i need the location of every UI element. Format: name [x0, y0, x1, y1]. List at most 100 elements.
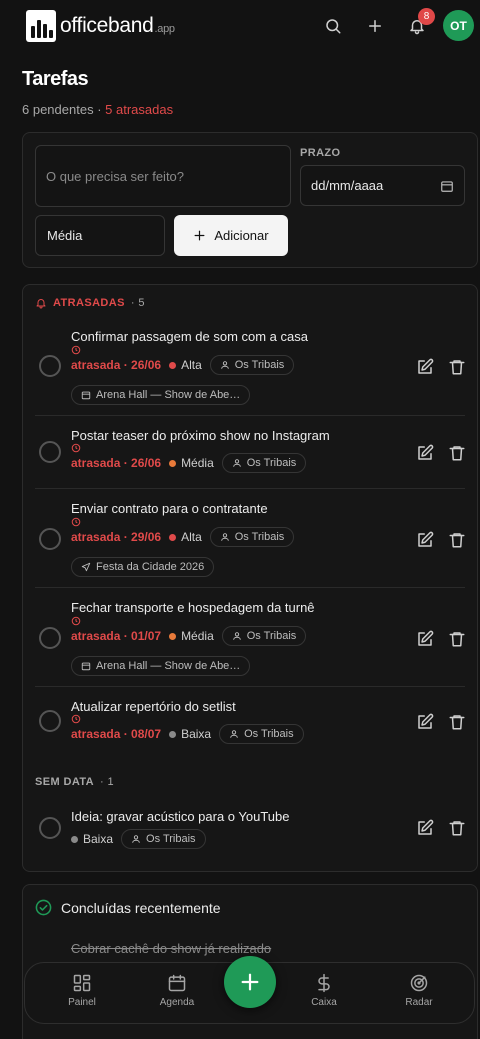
- assignee-chip[interactable]: Os Tribais: [209, 527, 295, 547]
- late-section-count: · 5: [130, 297, 145, 309]
- trash-icon: [449, 821, 465, 836]
- user-icon: [132, 835, 140, 843]
- complete-checkbox[interactable]: [39, 817, 61, 839]
- logo[interactable]: officeband.app: [26, 10, 175, 42]
- complete-checkbox[interactable]: [39, 441, 61, 463]
- avatar[interactable]: OT: [443, 10, 474, 41]
- user-icon: [220, 361, 229, 369]
- deadline-label: PRAZO: [300, 147, 341, 159]
- priority-dot: [71, 835, 78, 843]
- task-event: Festa da Cidade 2026: [71, 557, 215, 577]
- priority-label: Alta: [169, 358, 202, 372]
- edit-button[interactable]: [415, 629, 435, 649]
- edit-button[interactable]: [415, 712, 435, 732]
- assignee-chip[interactable]: Os Tribais: [221, 626, 307, 646]
- completed-item[interactable]: Cobrar cachê do show já realizado: [71, 941, 271, 956]
- add-task-label: Adicionar: [214, 228, 269, 243]
- trash-icon: [449, 715, 465, 730]
- nav-item-painel[interactable]: Painel: [52, 973, 112, 1008]
- assignee-chip[interactable]: Os Tribais: [209, 355, 295, 375]
- priority-dot: [169, 361, 177, 369]
- delete-button[interactable]: [447, 818, 467, 838]
- trash-icon: [449, 360, 465, 375]
- due-date: atrasada · 01/07: [71, 616, 161, 643]
- date-placeholder: dd/mm/aaaa: [311, 178, 384, 193]
- complete-checkbox[interactable]: [39, 355, 61, 377]
- complete-checkbox[interactable]: [39, 627, 61, 649]
- add-task-button[interactable]: Adicionar: [174, 215, 288, 256]
- task-input[interactable]: [35, 145, 291, 207]
- task-title: Enviar contrato para o contratante: [71, 501, 268, 516]
- task-row[interactable]: Atualizar repertório do setlist atrasada…: [35, 686, 465, 758]
- due-date: atrasada · 08/07: [71, 714, 161, 741]
- nav-item-agenda[interactable]: Agenda: [147, 973, 207, 1008]
- delete-button[interactable]: [447, 443, 467, 463]
- new-item-fab[interactable]: [224, 956, 276, 1008]
- edit-button[interactable]: [415, 530, 435, 550]
- plus-icon: [194, 230, 205, 241]
- assignee-chip[interactable]: Os Tribais: [221, 453, 307, 473]
- send-icon: [81, 562, 91, 572]
- delete-button[interactable]: [447, 712, 467, 732]
- assignee-chip[interactable]: Os Tribais: [219, 724, 304, 744]
- add-button[interactable]: [362, 13, 388, 39]
- completed-header[interactable]: Concluídas recentemente: [35, 899, 221, 916]
- trash-icon: [449, 446, 465, 461]
- logo-mark-icon: [26, 10, 56, 42]
- user-icon: [232, 632, 241, 640]
- task-title: Postar teaser do próximo show no Instagr…: [71, 428, 330, 443]
- radar-icon: [410, 974, 428, 992]
- priority-select[interactable]: Média: [35, 215, 165, 256]
- task-row[interactable]: Enviar contrato para o contratante atras…: [35, 488, 465, 586]
- priority-dot: [169, 533, 177, 541]
- task-meta: atrasada · 08/07 Baixa Os Tribais: [71, 714, 304, 744]
- event-chip[interactable]: Arena Hall — Show de Abe…: [71, 656, 251, 676]
- task-row[interactable]: Ideia: gravar acústico para o YouTube Ba…: [35, 797, 465, 857]
- task-event: Arena Hall — Show de Abe…: [71, 656, 251, 676]
- nav-item-radar[interactable]: Radar: [389, 973, 449, 1008]
- edit-icon: [418, 444, 434, 460]
- delete-button[interactable]: [447, 357, 467, 377]
- search-icon: [326, 19, 341, 34]
- clock-icon: [71, 443, 81, 453]
- task-row[interactable]: Confirmar passagem de som com a casa atr…: [35, 315, 465, 407]
- edit-icon: [418, 713, 434, 729]
- task-row[interactable]: Postar teaser do próximo show no Instagr…: [35, 415, 465, 487]
- late-count: 5 atrasadas: [105, 102, 174, 117]
- due-date: atrasada · 26/06: [71, 345, 161, 372]
- user-icon: [230, 730, 238, 738]
- edit-icon: [418, 531, 434, 547]
- complete-checkbox[interactable]: [39, 710, 61, 732]
- task-row[interactable]: Fechar transporte e hospedagem da turnê …: [35, 587, 465, 685]
- event-chip[interactable]: Festa da Cidade 2026: [71, 557, 215, 577]
- delete-button[interactable]: [447, 629, 467, 649]
- deadline-input[interactable]: dd/mm/aaaa: [300, 165, 465, 206]
- clock-icon: [71, 616, 81, 626]
- edit-button[interactable]: [415, 357, 435, 377]
- task-meta: atrasada · 29/06 Alta Os Tribais: [71, 517, 295, 547]
- clock-icon: [71, 345, 81, 355]
- delete-button[interactable]: [447, 530, 467, 550]
- edit-button[interactable]: [415, 443, 435, 463]
- priority-dot: [169, 459, 177, 467]
- new-task-form: PRAZO dd/mm/aaaa Média Adicionar: [22, 132, 478, 268]
- priority-label: Média: [169, 456, 214, 470]
- check-circle-icon: [35, 899, 52, 916]
- edit-button[interactable]: [415, 818, 435, 838]
- nodate-section-label: SEM DATA: [35, 776, 95, 788]
- assignee-chip[interactable]: Os Tribais: [121, 829, 206, 849]
- event-chip[interactable]: Arena Hall — Show de Abe…: [71, 385, 251, 405]
- late-section-label: ATRASADAS: [53, 297, 125, 309]
- bell-icon: [36, 299, 46, 309]
- clock-icon: [71, 714, 81, 724]
- search-button[interactable]: [320, 13, 346, 39]
- task-event: Arena Hall — Show de Abe…: [71, 385, 251, 405]
- complete-checkbox[interactable]: [39, 528, 61, 550]
- edit-icon: [418, 819, 434, 835]
- task-meta: atrasada · 26/06 Média Os Tribais: [71, 443, 307, 473]
- nav-item-caixa[interactable]: Caixa: [294, 973, 354, 1008]
- clock-icon: [71, 517, 81, 527]
- top-bar: officeband.app 8 OT: [0, 0, 480, 52]
- priority-label: Baixa: [169, 727, 211, 741]
- task-meta: Baixa Os Tribais: [71, 829, 206, 849]
